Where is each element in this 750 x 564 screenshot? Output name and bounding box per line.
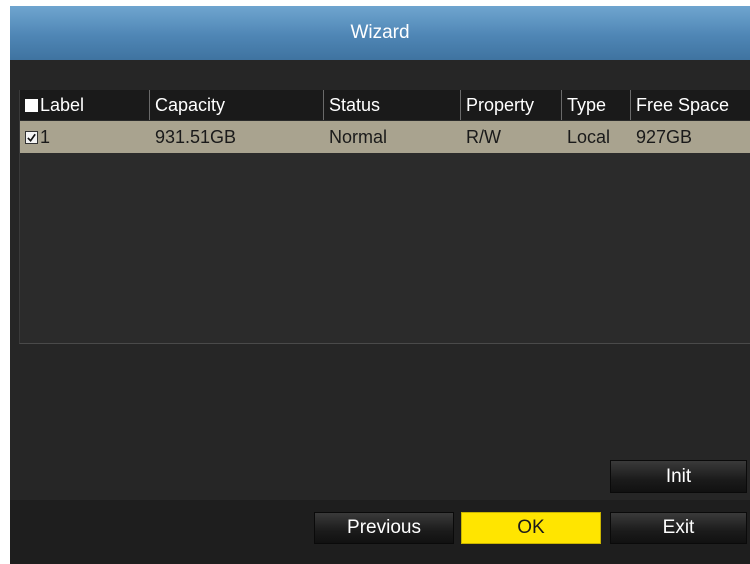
exit-button[interactable]: Exit [610,512,747,544]
row-checkbox[interactable] [25,130,38,144]
wizard-window: Wizard Label Capacity Status Property Ty… [10,6,750,564]
header-label[interactable]: Label [20,90,150,120]
cell-free-space: 927GB [636,126,693,147]
table-header: Label Capacity Status Property Type Free… [20,90,750,120]
header-free-space[interactable]: Free Space [631,90,750,120]
hdd-table: Label Capacity Status Property Type Free… [19,90,750,344]
init-button[interactable]: Init [610,460,747,493]
footer-bar: Previous OK Exit [10,500,750,564]
header-free-space-text: Free Space [636,94,730,115]
header-status-text: Status [329,94,381,115]
check-icon [27,133,36,142]
header-type-text: Type [567,94,607,115]
ok-button[interactable]: OK [461,512,601,544]
window-title: Wizard [350,22,410,43]
cell-status: Normal [329,126,388,147]
content-area: Label Capacity Status Property Type Free… [10,60,750,500]
select-all-checkbox[interactable] [25,98,38,112]
header-property[interactable]: Property [461,90,562,120]
cell-label-text: 1 [40,126,51,147]
cell-capacity: 931.51GB [155,126,237,147]
header-type[interactable]: Type [562,90,631,120]
cell-property: R/W [466,126,501,147]
title-bar: Wizard [10,6,750,60]
header-status[interactable]: Status [324,90,461,120]
header-label-text: Label [40,94,85,115]
header-property-text: Property [466,94,535,115]
previous-button[interactable]: Previous [314,512,454,544]
header-capacity[interactable]: Capacity [150,90,324,120]
header-capacity-text: Capacity [155,94,226,115]
cell-label: 1 [20,121,150,153]
table-row[interactable]: 1 931.51GB Normal R/W Local 927GB [20,121,750,153]
cell-type: Local [567,126,611,147]
